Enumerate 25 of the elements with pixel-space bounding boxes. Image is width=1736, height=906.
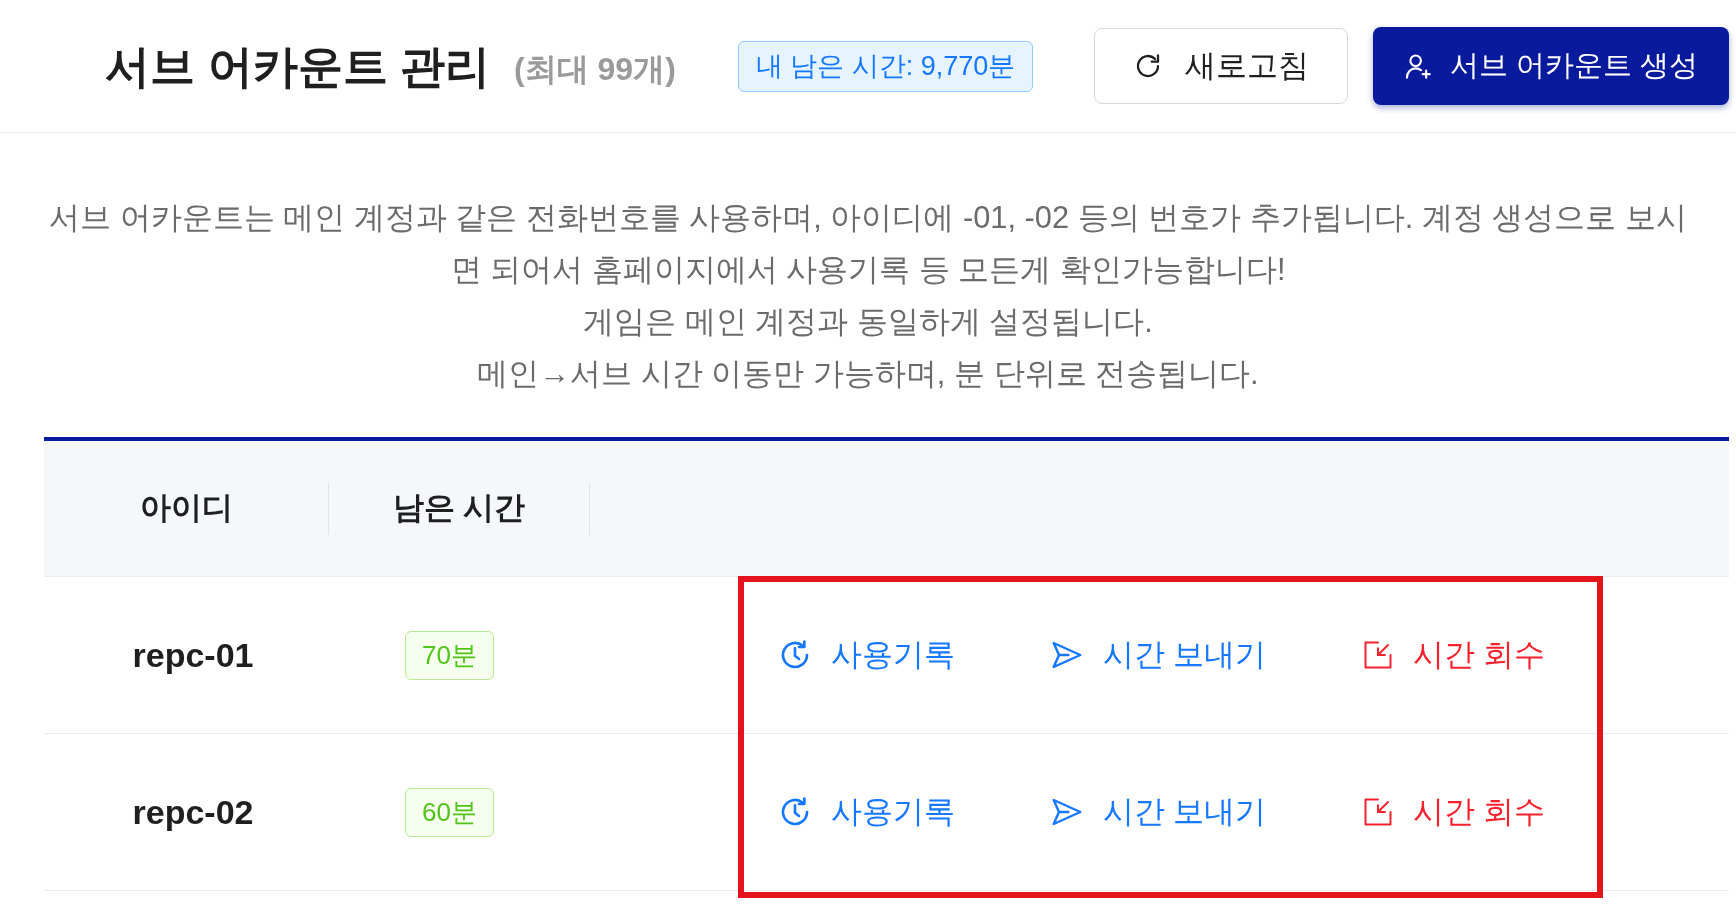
page-title: 서브 어카운트 관리 <box>105 43 490 89</box>
reclaim-time-link[interactable]: 시간 회수 <box>1362 788 1546 836</box>
column-header: 남은 시간 <box>392 489 526 528</box>
column-header: 아이디 <box>139 489 233 528</box>
create-sub-account-button[interactable]: 서브 어카운트 생성 <box>1373 27 1729 105</box>
time-balance-badge: 내 남은 시간: 9,770분 <box>737 40 1034 92</box>
account-id: repc-01 <box>132 634 254 676</box>
account-limit: (최대 99개) <box>514 50 676 89</box>
reclaim-time-link[interactable]: 시간 회수 <box>1362 631 1546 679</box>
remaining-time-badge: 70분 <box>405 630 494 680</box>
notice-text: 메인→서브 시간 이동만 가능하며, 분 단위로 전송됩니다. <box>477 355 1259 393</box>
send-icon <box>1050 639 1083 671</box>
user-plus-icon <box>1403 52 1432 80</box>
remaining-time-badge: 60분 <box>405 787 494 837</box>
usage-history-link[interactable]: 사용기록 <box>778 631 955 679</box>
notice-text: 게임은 메인 계정과 동일하게 설정됩니다. <box>583 303 1153 341</box>
box-arrow-icon <box>1362 640 1393 670</box>
box-arrow-icon <box>1362 797 1393 827</box>
send-time-link[interactable]: 시간 보내기 <box>1050 788 1267 836</box>
refresh-button[interactable]: 새로고침 <box>1094 28 1348 104</box>
account-id: repc-02 <box>132 791 254 833</box>
send-icon <box>1050 796 1083 828</box>
send-time-link[interactable]: 시간 보내기 <box>1050 631 1267 679</box>
usage-history-link[interactable]: 사용기록 <box>778 788 955 836</box>
notice-text: 서브 어카운트는 메인 계정과 같은 전화번호를 사용하며, 아이디에 -01, -02 등의 번호가 추가됩니다. 계정 생성으로 보시면 되어서 홈페이지에서 사용기록 등 모든게 확인가능합니다! <box>47 199 1688 289</box>
